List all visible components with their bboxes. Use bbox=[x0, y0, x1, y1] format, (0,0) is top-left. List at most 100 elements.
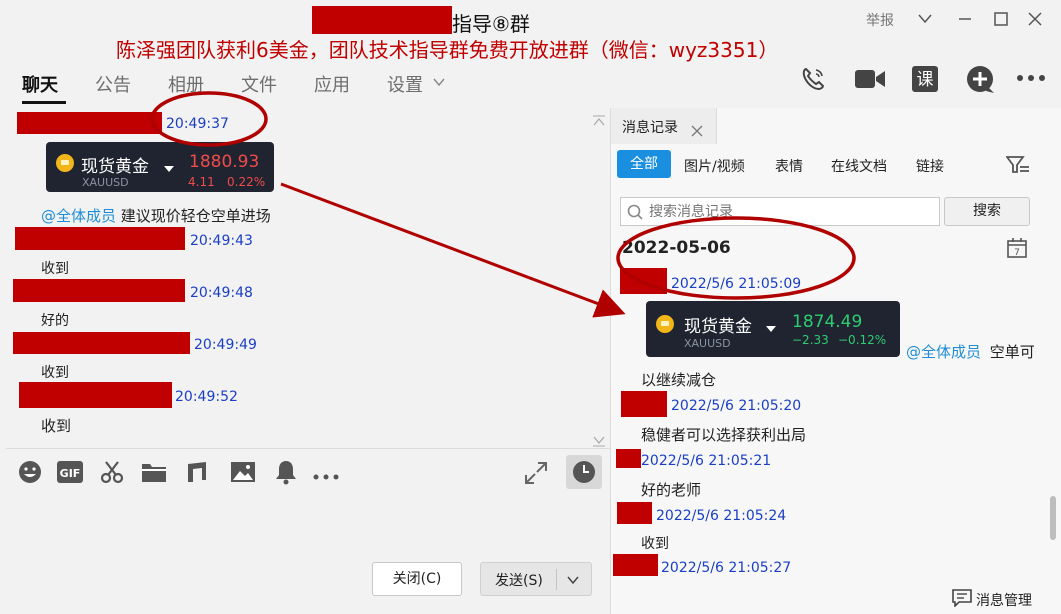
send-split-divider bbox=[556, 569, 557, 590]
history-date: 2022-05-06 bbox=[622, 238, 731, 258]
chevron-down-icon[interactable] bbox=[916, 10, 934, 30]
filter-media[interactable]: 图片/视频 bbox=[684, 156, 745, 176]
phone-icon[interactable] bbox=[798, 64, 828, 98]
caret-down-icon bbox=[164, 158, 174, 177]
gif-icon[interactable]: GIF bbox=[57, 461, 83, 487]
mention-all[interactable]: @全体成员 bbox=[41, 207, 116, 225]
card-name: 现货黄金 bbox=[81, 157, 149, 177]
card-change: 4.11 bbox=[188, 175, 215, 189]
message-text: 好的 bbox=[41, 313, 69, 329]
tab-announcement[interactable]: 公告 bbox=[95, 71, 131, 97]
chevron-down-icon[interactable] bbox=[566, 574, 580, 586]
message-time: 20:49:43 bbox=[190, 233, 253, 249]
card-name: 现货黄金 bbox=[684, 317, 752, 337]
maximize-icon[interactable] bbox=[992, 10, 1010, 32]
music-icon[interactable] bbox=[185, 460, 209, 488]
filter-links[interactable]: 链接 bbox=[916, 156, 944, 176]
gold-price-card[interactable]: 现货黄金 XAUUSD 1880.93 4.11 0.22% bbox=[46, 142, 274, 192]
filter-emoji[interactable]: 表情 bbox=[775, 156, 803, 176]
tab-chat-underline bbox=[22, 101, 66, 104]
history-search-button[interactable]: 搜索 bbox=[944, 197, 1030, 226]
video-call-icon[interactable] bbox=[853, 66, 887, 96]
history-time: 2022/5/6 21:05:27 bbox=[661, 560, 792, 576]
history-search-input[interactable] bbox=[647, 201, 935, 223]
expand-icon[interactable] bbox=[524, 461, 548, 489]
message-text: 收到 bbox=[41, 417, 72, 435]
course-icon[interactable]: 课 bbox=[911, 65, 939, 97]
caret-down-icon bbox=[766, 318, 776, 337]
tab-files[interactable]: 文件 bbox=[241, 71, 277, 97]
message-time: 20:49:52 bbox=[175, 389, 238, 405]
svg-text:课: 课 bbox=[917, 70, 934, 90]
tab-apps[interactable]: 应用 bbox=[314, 71, 350, 97]
card-pct: −0.12% bbox=[838, 333, 887, 347]
svg-text:GIF: GIF bbox=[60, 467, 81, 480]
filter-icon[interactable] bbox=[1005, 155, 1030, 179]
gold-coin-icon bbox=[656, 315, 674, 333]
message-manage-icon[interactable] bbox=[952, 589, 972, 611]
emoji-icon[interactable] bbox=[18, 460, 42, 488]
card-price: 1874.49 bbox=[792, 312, 863, 332]
redacted-username bbox=[620, 268, 667, 294]
gold-coin-icon bbox=[56, 154, 74, 172]
card-symbol: XAUUSD bbox=[684, 337, 731, 350]
filter-docs[interactable]: 在线文档 bbox=[831, 156, 887, 176]
tab-album[interactable]: 相册 bbox=[168, 71, 204, 97]
message-text: 收到 bbox=[41, 365, 69, 381]
message-time: 20:49:37 bbox=[166, 116, 229, 132]
history-scrollbar-thumb[interactable] bbox=[1050, 496, 1056, 540]
history-message-text: 好的老师 bbox=[641, 481, 702, 499]
history-message-text: 稳健者可以选择获利出局 bbox=[641, 426, 807, 444]
redacted-username bbox=[13, 332, 190, 354]
image-icon[interactable] bbox=[230, 461, 256, 487]
message-body: @全体成员 建议现价轻仓空单进场 bbox=[41, 205, 271, 226]
redacted-username bbox=[19, 382, 172, 408]
redacted-username bbox=[617, 502, 652, 524]
card-pct: 0.22% bbox=[227, 175, 266, 189]
history-tab[interactable]: 消息记录 bbox=[622, 117, 678, 137]
add-icon[interactable] bbox=[966, 65, 996, 99]
card-symbol: XAUUSD bbox=[82, 176, 129, 189]
tab-chat[interactable]: 聊天 bbox=[22, 71, 58, 97]
message-text: 收到 bbox=[41, 261, 69, 277]
gold-price-card[interactable]: 现货黄金 XAUUSD 1874.49 −2.33 −0.12% bbox=[646, 301, 900, 357]
bell-icon[interactable] bbox=[275, 459, 297, 489]
redacted-group-name bbox=[312, 6, 452, 34]
history-message-text: 收到 bbox=[641, 536, 669, 552]
calendar-icon[interactable]: 7 bbox=[1006, 237, 1028, 263]
history-time: 2022/5/6 21:05:21 bbox=[641, 453, 772, 469]
message-manage-link[interactable]: 消息管理 bbox=[976, 590, 1032, 610]
redacted-username bbox=[621, 391, 667, 417]
collapse-up-icon[interactable] bbox=[592, 112, 606, 131]
close-icon[interactable] bbox=[1026, 10, 1044, 32]
tab-settings[interactable]: 设置 bbox=[387, 71, 423, 97]
more-icon[interactable] bbox=[1016, 70, 1046, 90]
close-button[interactable]: 关闭(C) bbox=[372, 562, 462, 596]
mention-all[interactable]: @全体成员 bbox=[906, 343, 981, 361]
redacted-username bbox=[613, 554, 658, 576]
message-time: 20:49:48 bbox=[190, 285, 253, 301]
history-search-box[interactable] bbox=[620, 197, 940, 226]
clock-icon bbox=[573, 461, 595, 483]
send-button[interactable]: 发送(S) bbox=[480, 562, 592, 596]
history-message-body: @全体成员 空单可 bbox=[906, 341, 1035, 362]
history-toggle[interactable] bbox=[566, 455, 602, 489]
chevron-down-icon[interactable] bbox=[432, 74, 446, 93]
card-price: 1880.93 bbox=[189, 152, 260, 172]
redacted-username bbox=[616, 449, 641, 468]
search-icon bbox=[627, 204, 643, 220]
report-link[interactable]: 举报 bbox=[866, 10, 894, 30]
svg-text:7: 7 bbox=[1014, 248, 1020, 258]
redacted-username bbox=[15, 227, 185, 250]
filter-all[interactable]: 全部 bbox=[617, 150, 671, 178]
history-time: 2022/5/6 21:05:09 bbox=[671, 276, 802, 292]
close-tab-icon[interactable] bbox=[691, 122, 703, 141]
scissors-icon[interactable] bbox=[100, 460, 124, 488]
more-dots-icon[interactable] bbox=[312, 467, 340, 486]
input-divider bbox=[6, 448, 610, 449]
annotation-banner: 陈泽强团队获利6美金，团队技术指导群免费开放进群（微信：wyz3351） bbox=[116, 38, 779, 62]
send-label: 发送(S) bbox=[495, 573, 543, 589]
minimize-icon[interactable] bbox=[956, 10, 974, 30]
folder-icon[interactable] bbox=[141, 461, 167, 487]
card-change: −2.33 bbox=[792, 333, 829, 347]
